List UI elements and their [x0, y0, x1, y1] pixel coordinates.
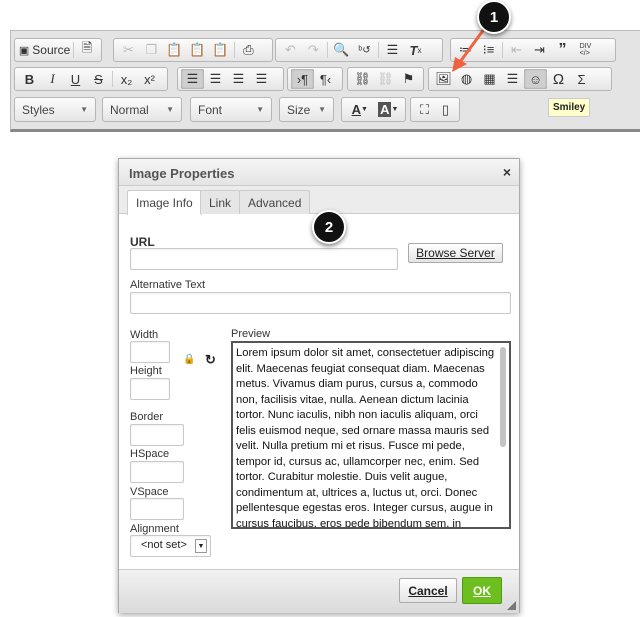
tab-image-info[interactable]: Image Info — [127, 190, 202, 215]
tab-link[interactable]: Link — [200, 190, 241, 214]
border-label: Border — [130, 411, 164, 423]
tab-advanced[interactable]: Advanced — [239, 190, 311, 214]
alignment-value: <not set> — [141, 539, 187, 551]
url-label: URL — [130, 235, 155, 249]
callout-2: 2 — [312, 210, 346, 244]
cancel-button[interactable]: Cancel — [399, 578, 457, 603]
height-input[interactable] — [130, 378, 170, 400]
callout-1: 1 — [477, 0, 511, 34]
preview-label: Preview — [231, 328, 271, 340]
chevron-down-icon: ▼ — [195, 539, 207, 553]
height-label: Height — [130, 365, 162, 377]
hspace-label: HSpace — [130, 448, 170, 460]
preview-text: Lorem ipsum dolor sit amet, consectetuer… — [236, 347, 495, 529]
alignment-label: Alignment — [130, 523, 179, 535]
url-input[interactable] — [130, 248, 398, 270]
hspace-input[interactable] — [130, 461, 184, 483]
ok-button[interactable]: OK — [462, 577, 502, 604]
close-icon[interactable]: × — [503, 164, 511, 180]
reset-size-icon[interactable]: ↻ — [205, 352, 216, 368]
preview-box: Lorem ipsum dolor sit amet, consectetuer… — [231, 341, 511, 529]
alignment-select[interactable]: <not set> ▼ — [130, 535, 211, 557]
width-input[interactable] — [130, 341, 170, 363]
arrow-1-head — [452, 57, 467, 72]
alternative-text-label: Alternative Text — [130, 279, 206, 291]
width-label: Width — [130, 329, 159, 341]
vspace-label: VSpace — [130, 486, 169, 498]
preview-scrollbar[interactable] — [500, 347, 506, 447]
border-input[interactable] — [130, 424, 184, 446]
alternative-text-input[interactable] — [130, 292, 511, 314]
browse-server-button[interactable]: Browse Server — [408, 243, 503, 263]
vspace-input[interactable] — [130, 498, 184, 520]
dialog-footer: Cancel OK — [119, 569, 519, 613]
resize-handle[interactable] — [507, 601, 516, 610]
dialog-title: Image Properties — [119, 159, 519, 186]
lock-ratio-icon[interactable]: 🔒 — [183, 354, 195, 365]
dialog-tabs: Image Info Link Advanced — [119, 186, 519, 215]
